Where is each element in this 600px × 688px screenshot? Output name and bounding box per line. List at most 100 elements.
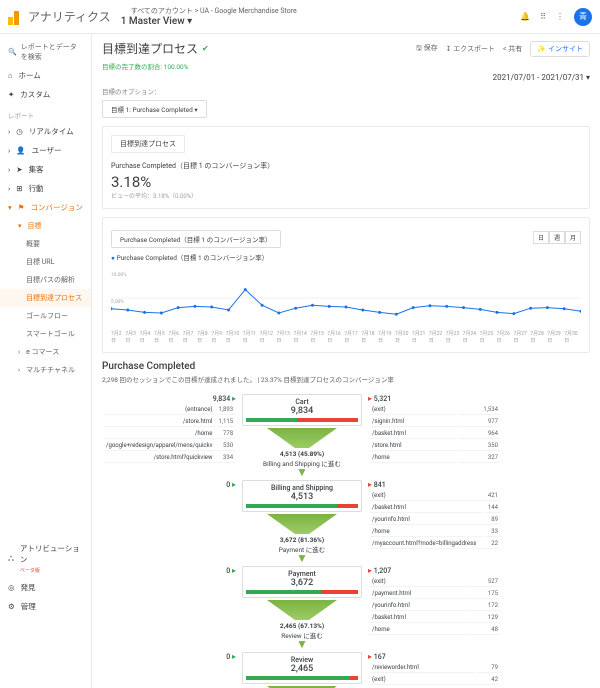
nav-label: マルチチャネル	[26, 365, 75, 375]
nav-label: コンバージョン	[31, 202, 83, 213]
svg-text:5.00%: 5.00%	[111, 299, 124, 305]
step-box[interactable]: Review 2,465	[242, 652, 362, 684]
funnel-step: 9,834 ▸ (entrance)1,893/store.html1,115/…	[102, 394, 590, 476]
conversion-rate: 3.18%	[111, 173, 581, 191]
arrow-right-icon: ▸	[368, 566, 372, 575]
progress-bar	[246, 418, 358, 422]
custom-icon: ✦	[8, 90, 14, 99]
step-name: Payment	[246, 570, 358, 578]
funnel-shape	[267, 514, 337, 534]
funnel-step: 0 ▸ Billing and Shipping 4,513 3,672 (81…	[102, 480, 590, 562]
insight-button[interactable]: ✨インサイト	[530, 41, 590, 57]
funnel-visualization: 9,834 ▸ (entrance)1,893/store.html1,115/…	[102, 394, 590, 688]
nav-admin[interactable]: ⚙ 管理	[0, 597, 91, 616]
x-axis: 7月2日7月3日7月4日7月5日7月6日7月7日7月8日7月9日7月10日7月1…	[111, 330, 581, 344]
label: エクスポート	[453, 45, 495, 53]
exit-table: (exit)421/basket.html144/yourinfo.html89…	[368, 489, 502, 551]
exit-table: (exit)1,534/signin.html977/basket.html96…	[368, 403, 502, 465]
step-count: 2,465	[246, 664, 358, 674]
nav-goal-urls[interactable]: 目標 URL	[0, 253, 91, 271]
goal-segment-picker[interactable]: 目標 1: Purchase Completed ▾	[102, 100, 207, 118]
nav-label: 集客	[29, 164, 44, 175]
nav-label: ホーム	[19, 70, 41, 81]
bell-icon[interactable]: 🔔	[520, 12, 530, 21]
gear-icon: ⚙	[8, 602, 15, 611]
breadcrumb[interactable]: すべてのアカウント > UA - Google Merchandise Stor…	[131, 6, 297, 16]
export-button[interactable]: ↧ エクスポート	[446, 44, 495, 54]
nav-attribution[interactable]: ஃアトリビューションベータ版	[0, 539, 91, 578]
nav-acquisition[interactable]: ›➤集客	[0, 160, 91, 179]
nav-goal-smart[interactable]: スマートゴール	[0, 325, 91, 343]
save-button[interactable]: 🖫 保存	[416, 43, 438, 55]
metric-picker[interactable]: Purchase Completed（目標 1 のコンバージョン率）	[111, 230, 281, 248]
step-count: 9,834	[246, 406, 358, 416]
sidebar: 🔍レポートとデータを検索 ⌂ホーム ✦カスタム レポート ›◷リアルタイム ›👤…	[0, 34, 92, 688]
arrow-down-icon: ▼	[242, 468, 362, 476]
title-bar: 目標到達プロセス ✔ 🖫 保存 ↧ エクスポート < 共有 ✨インサイト	[102, 40, 590, 57]
avg-note: ビューの平均：3.18%（0.00%）	[111, 191, 581, 200]
funnel-title: Purchase Completed	[102, 361, 590, 372]
nav-label: アトリビューション	[20, 544, 80, 564]
nav-label: リアルタイム	[29, 126, 74, 137]
progress-bar	[246, 504, 358, 508]
nav-label: 目標	[28, 221, 42, 231]
nav-user[interactable]: ›👤ユーザー	[0, 141, 91, 160]
nav-multichannel[interactable]: ›マルチチャネル	[0, 361, 91, 379]
arrow-right-icon: ▸	[232, 566, 236, 575]
nav-custom[interactable]: ✦カスタム	[0, 85, 91, 104]
help-icon[interactable]: ⋮	[556, 12, 564, 21]
label: 共有	[508, 45, 522, 53]
share-button[interactable]: < 共有	[503, 44, 522, 54]
date-range-picker[interactable]: 2021/07/01 - 2021/07/31 ▾	[102, 73, 590, 82]
search-placeholder: レポートとデータを検索	[21, 42, 83, 62]
summary-panel: 目標到達プロセス Purchase Completed（目標 1 のコンバージョ…	[102, 126, 590, 209]
nav-goal-funnel[interactable]: 目標到達プロセス	[0, 289, 91, 307]
granularity-toggle[interactable]: 日週月	[533, 231, 581, 244]
nav-ecommerce[interactable]: ›e コマース	[0, 343, 91, 361]
label: 保存	[424, 44, 438, 52]
step-count: 3,672	[246, 578, 358, 588]
user-icon: 👤	[16, 146, 25, 155]
nav-goal-overview[interactable]: 概要	[0, 235, 91, 253]
brand: アナリティクス	[28, 8, 111, 25]
line-chart[interactable]: 10.00%5.00%	[111, 268, 581, 328]
nav-conversion[interactable]: ▾⚑コンバージョン	[0, 198, 91, 217]
exit-table: /revieworder.html79(exit)42/basket.html1…	[368, 661, 502, 688]
chart-panel: Purchase Completed（目標 1 のコンバージョン率） 日週月 ●…	[102, 217, 590, 353]
nav-goal-flow[interactable]: ゴールフロー	[0, 307, 91, 325]
completion-rate: 目標の完了数の割合: 100.00%	[102, 61, 590, 71]
nav-behavior[interactable]: ›⊞行動	[0, 179, 91, 198]
nav-discover[interactable]: ◎発見	[0, 578, 91, 597]
step-count: 4,513	[246, 492, 358, 502]
property-selector[interactable]: 1 Master View ▾	[121, 16, 297, 27]
nav-home[interactable]: ⌂ホーム	[0, 66, 91, 85]
search-icon: 🔍	[8, 48, 17, 56]
step-box[interactable]: Billing and Shipping 4,513	[242, 480, 362, 512]
nav-label: 管理	[21, 601, 36, 612]
nav-goal-path[interactable]: 目標パスの解析	[0, 271, 91, 289]
funnel-desc: 2,298 回のセッションでこの目標が達成されました。 | 23.37% 目標到…	[102, 374, 590, 384]
arrow-right-icon: ▸	[368, 394, 372, 403]
section-reports: レポート	[0, 104, 91, 122]
apps-icon[interactable]: ⠿	[540, 12, 546, 21]
nav-label: ユーザー	[32, 145, 62, 156]
tab-funnel[interactable]: 目標到達プロセス	[111, 135, 185, 153]
behavior-icon: ⊞	[16, 184, 22, 193]
step-name: Cart	[246, 398, 358, 406]
nav-label: e コマース	[26, 347, 59, 357]
nav-realtime[interactable]: ›◷リアルタイム	[0, 122, 91, 141]
avatar[interactable]: 青	[574, 8, 592, 26]
nav-goals[interactable]: ▾目標	[0, 217, 91, 235]
goal-option-label: 目標のオプション：	[102, 86, 590, 96]
funnel-step: 0 ▸ Payment 3,672 2,465 (67.13%)Review に…	[102, 566, 590, 648]
search-input[interactable]: 🔍 レポートとデータを検索	[0, 38, 91, 66]
arrow-right-icon: ▸	[368, 652, 372, 661]
arrow-down-icon: ▼	[242, 640, 362, 648]
ga-logo-icon	[8, 9, 24, 25]
arrow-down-icon: ▼	[242, 554, 362, 562]
step-box[interactable]: Payment 3,672	[242, 566, 362, 598]
arrow-right-icon: ▸	[368, 480, 372, 489]
nav-label: 発見	[21, 582, 36, 593]
step-name: Review	[246, 656, 358, 664]
step-box[interactable]: Cart 9,834	[242, 394, 362, 426]
